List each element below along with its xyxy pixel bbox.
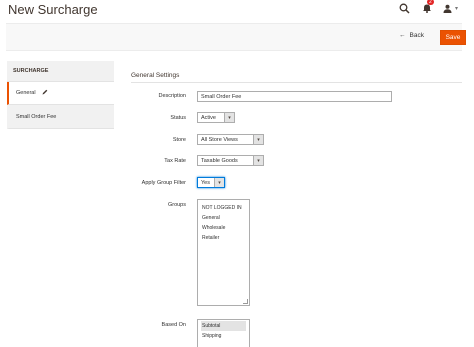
sidebar-item-label: Small Order Fee [16,113,57,120]
chevron-down-icon: ▾ [253,156,263,165]
groups-option[interactable]: Retailer [201,233,246,243]
tax-rate-label: Tax Rate [164,158,186,164]
groups-option[interactable]: Wholesale [201,223,246,233]
save-button[interactable]: Save [440,30,466,45]
page-title: New Surcharge [8,2,98,17]
based-on-label: Based On [161,322,186,328]
back-arrow-icon: ← [399,32,406,39]
apply-group-filter-select-value: Yes [201,180,210,186]
store-select[interactable]: All Store Views ▾ [197,134,264,145]
sidebar-item-general[interactable]: General [7,82,114,105]
apply-group-filter-select[interactable]: Yes ▾ [197,177,225,188]
page-actions-bar: ← Back Save [6,23,466,51]
chevron-down-icon: ▾ [253,135,263,144]
notification-count-badge: 2 [426,0,434,5]
chevron-down-icon: ▾ [224,113,234,122]
chevron-down-icon: ▾ [214,178,224,187]
back-button-label: Back [409,32,424,39]
user-icon [443,4,452,13]
groups-option[interactable]: NOT LOGGED IN [201,203,246,213]
status-label: Status [170,115,186,121]
status-select-value: Active [201,115,216,121]
back-button[interactable]: ← Back [399,32,424,39]
based-on-multiselect[interactable]: Subtotal Shipping [197,319,250,347]
store-select-value: All Store Views [201,137,238,143]
status-select[interactable]: Active ▾ [197,112,235,123]
based-on-option[interactable]: Shipping [201,331,246,341]
based-on-option[interactable]: Subtotal [201,321,246,331]
section-title: General Settings [131,72,180,79]
sidebar-item-small-order-fee[interactable]: Small Order Fee [7,105,114,129]
description-input[interactable]: Small Order Fee [197,91,392,102]
search-icon[interactable] [399,2,411,14]
groups-option[interactable]: General [201,213,246,223]
chevron-down-icon: ▾ [454,5,458,12]
groups-label: Groups [167,202,186,208]
notifications-button[interactable]: 2 [421,0,434,14]
tax-rate-select-value: Taxable Goods [201,158,238,164]
apply-group-filter-label: Apply Group Filter [141,180,186,186]
user-menu[interactable]: ▾ [443,4,458,13]
section-divider [131,82,462,83]
description-label: Description [158,93,186,99]
header-actions: 2 ▾ [399,0,458,14]
sidebar: SURCHARGE General Small Order Fee [7,61,114,129]
tax-rate-select[interactable]: Taxable Goods ▾ [197,155,264,166]
resize-handle[interactable] [243,299,248,304]
sidebar-item-label: General [16,90,36,96]
groups-multiselect[interactable]: NOT LOGGED IN General Wholesale Retailer [197,199,250,306]
sidebar-heading: SURCHARGE [7,61,114,82]
store-label: Store [172,137,186,143]
pencil-icon [42,89,48,97]
